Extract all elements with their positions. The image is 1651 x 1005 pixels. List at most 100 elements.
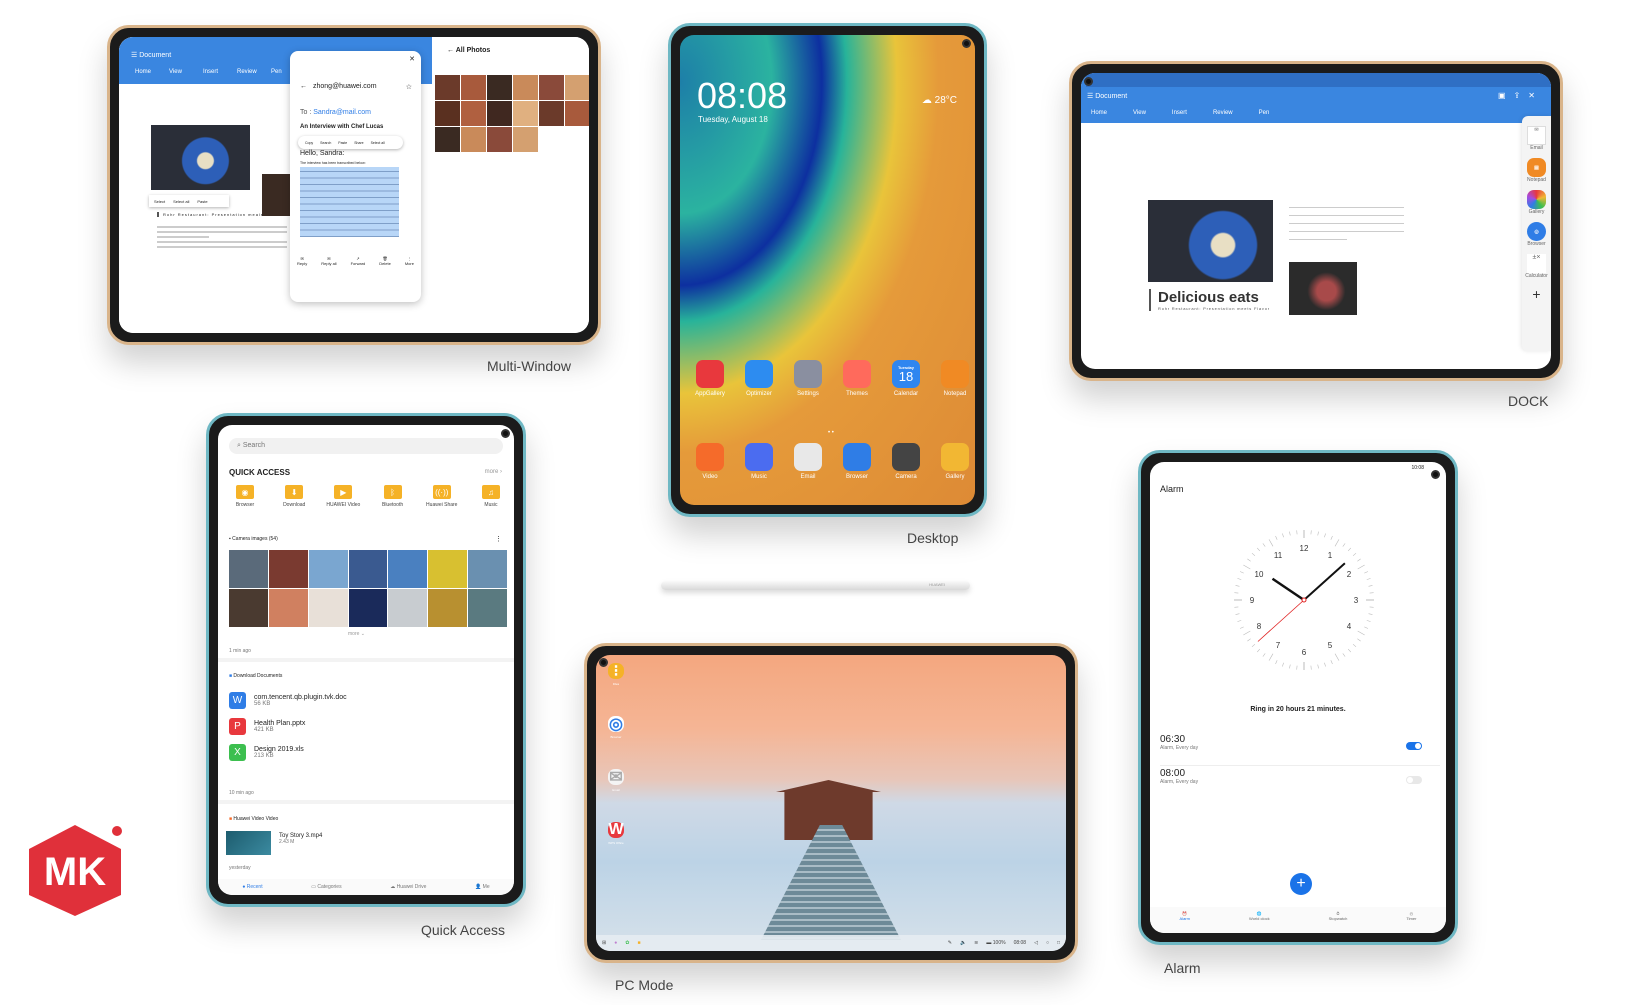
app-icon-notepad[interactable]: Notepad	[935, 360, 975, 397]
star-icon[interactable]: ☆	[406, 83, 412, 91]
forward-button[interactable]: ↗ Forward	[351, 256, 366, 266]
pen-icon[interactable]: ✎	[948, 940, 952, 946]
nav-categories[interactable]: ▭ Categories	[311, 884, 341, 890]
photo-thumbnail[interactable]	[487, 127, 512, 152]
tab-view[interactable]: View	[169, 69, 203, 75]
taskbar-gallery[interactable]: ✿	[625, 940, 629, 946]
dock-gallery[interactable]: Gallery	[1527, 190, 1546, 215]
app-icon-optimizer[interactable]: Optimizer	[739, 360, 779, 397]
camera-thumbnail[interactable]	[308, 550, 348, 588]
menu-icon[interactable]: ☰	[1087, 93, 1095, 100]
photo-thumbnail[interactable]	[435, 75, 460, 100]
taskbar-app[interactable]: ●	[614, 940, 617, 946]
quick-access-item[interactable]: ⬇ Download	[271, 485, 317, 508]
alarm-toggle-off[interactable]	[1406, 776, 1422, 784]
camera-thumbnail[interactable]	[348, 589, 388, 627]
camera-more-icon[interactable]: ⋮	[495, 535, 502, 543]
add-alarm-button[interactable]: +	[1290, 873, 1312, 895]
nav-timer[interactable]: ◴ Timer	[1406, 911, 1416, 933]
dock-calculator[interactable]: ±× Calculator	[1525, 254, 1548, 279]
tab-review[interactable]: Review	[237, 69, 271, 75]
camera-thumbnail[interactable]	[468, 550, 507, 588]
photo-thumbnail[interactable]	[461, 75, 486, 100]
delete-button[interactable]: 🗑 Delete	[379, 256, 391, 266]
alarm-item[interactable]: 08:00 Alarm, Every day	[1160, 768, 1440, 800]
photo-thumbnail[interactable]	[565, 101, 589, 126]
camera-thumbnail[interactable]	[229, 589, 268, 627]
photo-thumbnail[interactable]	[565, 75, 589, 100]
app-icon-camera[interactable]: Camera	[886, 443, 926, 480]
photo-thumbnail[interactable]	[539, 101, 564, 126]
email-to[interactable]: Sandra@mail.com	[313, 109, 371, 116]
photo-thumbnail[interactable]	[513, 127, 538, 152]
quick-access-item[interactable]: ◉ Browser	[222, 485, 268, 508]
close-icon[interactable]: ✕	[1528, 91, 1543, 100]
nav-me[interactable]: 👤 Me	[475, 884, 490, 890]
photo-thumbnail[interactable]	[513, 75, 538, 100]
edit-select-all[interactable]: Select all	[371, 141, 385, 145]
desktop-icon-wps-office[interactable]: W WPS Office	[608, 821, 624, 845]
nav-stopwatch[interactable]: ⏱ Stopwatch	[1329, 911, 1348, 933]
photo-thumbnail[interactable]	[513, 101, 538, 126]
app-icon-video[interactable]: Video	[690, 443, 730, 480]
quick-access-item[interactable]: ((·)) Huawei Share	[419, 485, 465, 508]
edit-paste[interactable]: Paste	[338, 141, 347, 145]
tab-view[interactable]: View	[1133, 110, 1146, 116]
taskbar-files[interactable]: ■	[637, 940, 640, 946]
camera-thumbnail[interactable]	[388, 589, 428, 627]
quick-access-item[interactable]: ᛒ Bluetooth	[370, 485, 416, 508]
app-icon-browser[interactable]: Browser	[837, 443, 877, 480]
nav-recent[interactable]: ● Recent	[242, 884, 262, 890]
wifi-icon[interactable]: ≋	[974, 940, 978, 946]
photo-thumbnail[interactable]	[487, 101, 512, 126]
desktop-icon-email[interactable]: ✉ Email	[608, 769, 624, 792]
tab-review[interactable]: Review	[1213, 110, 1233, 116]
share-icon[interactable]: ⇪	[1514, 91, 1529, 100]
app-icon-email[interactable]: Email	[788, 443, 828, 480]
menu-paste[interactable]: Paste	[197, 199, 207, 204]
camera-thumbnail[interactable]	[428, 589, 468, 627]
alarm-item[interactable]: 06:30 Alarm, Every day	[1160, 734, 1440, 766]
reply-all-button[interactable]: ✉ Reply all	[321, 256, 336, 266]
quick-access-item[interactable]: ▶ HUAWEI Video	[320, 485, 366, 508]
more-button[interactable]: ⋮ More	[405, 256, 414, 266]
back-icon[interactable]: ←	[447, 47, 456, 54]
nav-world-clock[interactable]: 🌐 World clock	[1249, 911, 1270, 933]
save-icon[interactable]: ▣	[1498, 91, 1514, 100]
desktop-icon-browser[interactable]: ◎ Browser	[608, 716, 624, 739]
dock-add-button[interactable]: +	[1532, 286, 1540, 302]
edit-share[interactable]: Share	[354, 141, 363, 145]
video-item[interactable]: Toy Story 3.mp4 2.43 M	[226, 831, 322, 855]
file-item[interactable]: X Design 2019.xls 213 KB	[229, 744, 347, 761]
edit-copy[interactable]: Copy	[305, 141, 313, 145]
camera-thumbnail[interactable]	[348, 550, 388, 588]
more-link[interactable]: more ›	[485, 469, 502, 475]
camera-thumbnail[interactable]	[388, 550, 428, 588]
desktop-icon-files[interactable]: ⁝ Files	[608, 663, 624, 686]
dock-browser[interactable]: ◎ Browser	[1527, 222, 1546, 247]
menu-select-all[interactable]: Select all	[173, 199, 189, 204]
photo-thumbnail[interactable]	[435, 101, 460, 126]
camera-thumbnail[interactable]	[308, 589, 348, 627]
tab-insert[interactable]: Insert	[203, 69, 237, 75]
quick-access-item[interactable]: ♫ Music	[468, 485, 514, 508]
app-icon-calendar[interactable]: Tuesday 18 Calendar	[886, 360, 926, 397]
photo-thumbnail[interactable]	[461, 127, 486, 152]
menu-select[interactable]: Select	[154, 199, 165, 204]
tab-home[interactable]: Home	[135, 69, 169, 75]
app-icon-settings[interactable]: Settings	[788, 360, 828, 397]
dock-email[interactable]: ✉ Email	[1527, 126, 1546, 151]
file-item[interactable]: P Health Plan.pptx 421 KB	[229, 718, 347, 735]
home-icon[interactable]: ○	[1046, 940, 1049, 946]
search-input[interactable]: ⌕ Search	[229, 438, 503, 454]
tab-home[interactable]: Home	[1091, 110, 1107, 116]
volume-icon[interactable]: 🔈	[960, 940, 966, 946]
edit-search[interactable]: Search	[320, 141, 331, 145]
back-icon[interactable]: ◁	[1034, 940, 1038, 946]
photo-thumbnail[interactable]	[435, 127, 460, 152]
file-item[interactable]: Wcom.tencent.qb.plugin.tvk.doc 56 KB	[229, 692, 347, 709]
photo-thumbnail[interactable]	[487, 75, 512, 100]
dock-notepad[interactable]: ▤ Notepad	[1527, 158, 1546, 183]
photo-thumbnail[interactable]	[539, 75, 564, 100]
camera-thumbnail[interactable]	[268, 550, 308, 588]
